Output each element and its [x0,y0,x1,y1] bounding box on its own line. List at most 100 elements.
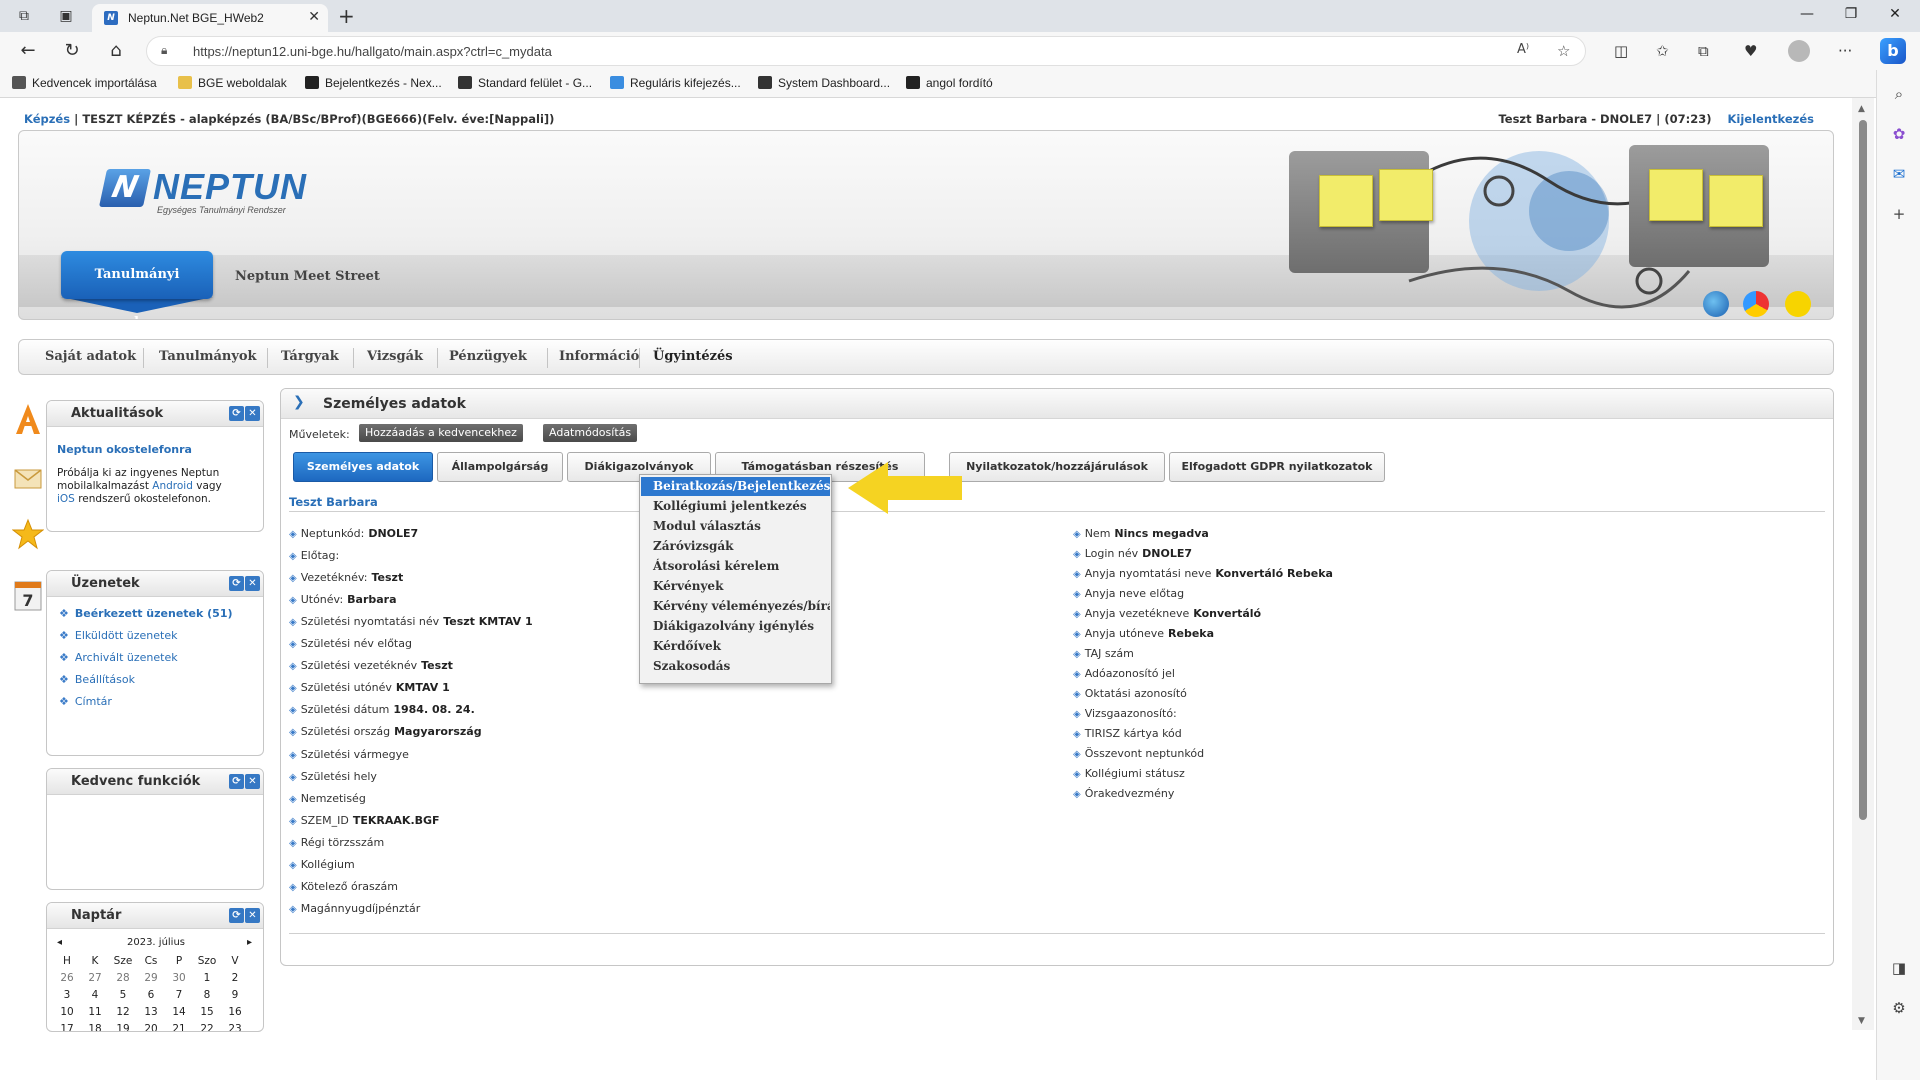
search-icon[interactable]: ⌕ [1889,84,1909,104]
reload-icon[interactable]: ↻ [60,40,84,61]
ios-link[interactable]: iOS [57,493,75,505]
menu-sajat-adatok[interactable]: Saját adatok [45,349,136,364]
favorite-link[interactable]: BGE weboldalak [178,76,287,90]
tab-allampolgarsag[interactable]: Állampolgárság [437,452,563,482]
calendar-prev-icon[interactable]: ◂ [57,937,62,948]
copilot-apps-icon[interactable]: ✿ [1889,124,1909,144]
calendar-day[interactable]: 30 [165,972,193,984]
close-icon[interactable]: ✕ [245,406,260,421]
tab-nyilatkozatok[interactable]: Nyilatkozatok/hozzájárulások [949,452,1165,482]
scroll-down-icon[interactable]: ▼ [1858,1016,1865,1026]
split-screen-icon[interactable]: ◫ [1614,42,1628,60]
logout-link[interactable]: Kijelentkezés [1728,112,1815,126]
workspaces-icon[interactable]: ⧉ [14,6,34,26]
settings-link[interactable]: ❖ Beállítások [59,673,135,686]
menu-ugyintezes[interactable]: Ügyintézés [653,349,733,364]
add-to-favorites-button[interactable]: Hozzáadás a kedvencekhez [359,424,523,442]
favorite-link[interactable]: Bejelentkezés - Nex... [305,76,442,90]
refresh-icon[interactable]: ⟳ [229,774,244,789]
archived-link[interactable]: ❖ Archivált üzenetek [59,651,178,664]
new-tab-icon[interactable]: + [338,4,355,28]
address-bar[interactable]: 🔒︎ https://neptun12.uni-bge.hu/hallgato/… [146,36,1586,66]
settings-gear-icon[interactable]: ⚙ [1889,998,1909,1018]
calendar-day[interactable]: 28 [109,972,137,984]
sidebar-toggle-icon[interactable]: ◨ [1889,958,1909,978]
close-icon[interactable]: ✕ [245,908,260,923]
calendar-day[interactable]: 18 [81,1023,109,1031]
menu-targyak[interactable]: Tárgyak [281,349,339,364]
calendar-day[interactable]: 3 [53,989,81,1001]
scroll-up-icon[interactable]: ▲ [1858,104,1865,114]
android-link[interactable]: Android [152,480,193,492]
tanulmanyi-rendszer-tab[interactable]: Tanulmányi rendszer [61,251,213,319]
tab-szemelyes-adatok[interactable]: Személyes adatok [293,452,433,482]
calendar-day[interactable]: 12 [109,1006,137,1018]
favorite-star-icon[interactable]: ☆ [1557,42,1570,60]
calendar-day[interactable]: 22 [193,1023,221,1031]
page-scrollbar[interactable]: ▲ ▼ [1852,98,1874,1030]
dropdown-item[interactable]: Záróvizsgák [641,537,830,556]
favorite-link[interactable]: angol fordító [906,76,993,90]
dropdown-item[interactable]: Diákigazolvány igénylés [641,617,830,636]
calendar-day[interactable]: 8 [193,989,221,1001]
url-text[interactable]: https://neptun12.uni-bge.hu/hallgato/mai… [193,44,552,59]
calendar-day[interactable]: 9 [221,989,249,1001]
dropdown-item[interactable]: Kérvény véleményezés/bírálás [641,597,830,616]
menu-vizsgak[interactable]: Vizsgák [367,349,423,364]
calendar-day[interactable]: 5 [109,989,137,1001]
calendar-day[interactable]: 26 [53,972,81,984]
calendar-day[interactable]: 7 [165,989,193,1001]
calendar-icon[interactable]: 7 [12,578,44,612]
training-link[interactable]: Képzés [24,112,70,126]
calendar-day[interactable]: 6 [137,989,165,1001]
tab-actions-icon[interactable]: ▣ [56,6,76,26]
inbox-link[interactable]: ❖ Beérkezett üzenetek (51) [59,607,233,620]
favorite-link[interactable]: Standard felület - G... [458,76,592,90]
favorites-icon[interactable]: ✩ [1656,42,1669,60]
dropdown-item[interactable]: Modul választás [641,517,830,536]
close-icon[interactable]: ✕ [245,576,260,591]
calendar-day[interactable]: 4 [81,989,109,1001]
tab-gdpr[interactable]: Elfogadott GDPR nyilatkozatok [1169,452,1385,482]
menu-tanulmanyok[interactable]: Tanulmányok [159,349,257,364]
add-app-icon[interactable]: + [1889,204,1909,224]
more-options-icon[interactable]: ··· [1838,42,1852,60]
minimize-icon[interactable]: — [1792,6,1822,22]
dropdown-item[interactable]: Beiratkozás/Bejelentkezés [641,477,830,496]
a-letter-icon[interactable] [12,402,44,436]
close-tab-icon[interactable]: ✕ [308,9,320,25]
calendar-day[interactable]: 14 [165,1006,193,1018]
calendar-day[interactable]: 10 [53,1006,81,1018]
restore-icon[interactable]: ❐ [1836,6,1866,22]
back-icon[interactable]: ← [16,40,40,61]
accessibility-icon[interactable] [1785,291,1811,317]
calendar-day[interactable]: 16 [221,1006,249,1018]
home-icon[interactable]: ⌂ [104,40,128,61]
favorite-link[interactable]: Kedvencek importálása [12,76,157,90]
favorite-link[interactable]: System Dashboard... [758,76,890,90]
envelope-icon[interactable] [12,460,44,494]
favorite-link[interactable]: Reguláris kifejezés... [610,76,741,90]
calendar-day[interactable]: 17 [53,1023,81,1031]
dropdown-item[interactable]: Kérvények [641,577,830,596]
modify-data-button[interactable]: Adatmódosítás [543,424,638,442]
close-icon[interactable]: ✕ [245,774,260,789]
calendar-day[interactable]: 21 [165,1023,193,1031]
calendar-day[interactable]: 11 [81,1006,109,1018]
color-wheel-icon[interactable] [1743,291,1769,317]
dropdown-item[interactable]: Kollégiumi jelentkezés [641,497,830,516]
menu-informacio[interactable]: Információ [559,349,639,364]
meet-street-link[interactable]: Neptun Meet Street [235,269,380,284]
calendar-day[interactable]: 2 [221,972,249,984]
calendar-day[interactable]: 20 [137,1023,165,1031]
browser-tab[interactable]: N Neptun.Net BGE_HWeb2 ✕ [92,4,328,32]
lock-icon[interactable]: 🔒︎ [161,43,167,58]
dropdown-item[interactable]: Kérdőívek [641,637,830,656]
scroll-thumb[interactable] [1859,120,1867,820]
calendar-day[interactable]: 23 [221,1023,249,1031]
sent-link[interactable]: ❖ Elküldött üzenetek [59,629,177,642]
refresh-icon[interactable]: ⟳ [229,908,244,923]
dropdown-item[interactable]: Átsorolási kérelem [641,557,830,576]
calendar-day[interactable]: 1 [193,972,221,984]
calendar-day[interactable]: 15 [193,1006,221,1018]
